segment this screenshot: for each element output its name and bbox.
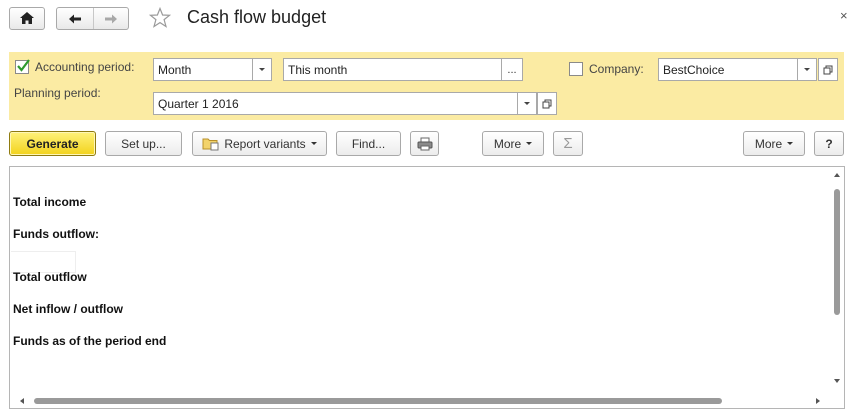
more-button-right[interactable]: More <box>743 131 805 156</box>
printer-icon <box>417 137 432 150</box>
chevron-down-icon <box>787 142 794 145</box>
help-icon: ? <box>825 136 833 151</box>
chevron-down-icon <box>526 142 533 145</box>
company-checkbox[interactable] <box>569 62 583 76</box>
help-button[interactable]: ? <box>814 131 844 156</box>
report-row-total-outflow: Total outflow <box>13 270 87 284</box>
generate-button[interactable]: Generate <box>9 131 96 156</box>
vertical-scroll-thumb[interactable] <box>834 189 840 315</box>
history-nav-group <box>56 7 129 30</box>
period-type-dropdown-button[interactable] <box>252 58 272 81</box>
home-button[interactable] <box>9 7 45 30</box>
scroll-up-icon[interactable] <box>834 173 840 177</box>
period-select-button[interactable]: ... <box>501 58 523 81</box>
setup-label: Set up... <box>121 136 166 151</box>
sum-icon: Σ <box>563 135 573 152</box>
report-row-funds-period-end: Funds as of the period end <box>13 334 167 348</box>
setup-button[interactable]: Set up... <box>105 131 182 156</box>
horizontal-scroll-thumb[interactable] <box>34 398 722 404</box>
window-title: Cash flow budget <box>187 7 327 27</box>
chevron-down-icon <box>310 142 317 145</box>
scroll-right-icon[interactable] <box>816 398 820 404</box>
more-right-label: More <box>754 136 783 151</box>
company-field[interactable]: BestChoice <box>658 58 800 81</box>
close-icon[interactable]: × <box>840 8 848 23</box>
company-open-button[interactable] <box>818 58 838 81</box>
sum-button[interactable]: Σ <box>553 131 583 156</box>
planning-period-open-button[interactable] <box>537 92 557 115</box>
planning-period-dropdown-button[interactable] <box>517 92 537 115</box>
company-dropdown-button[interactable] <box>797 58 817 81</box>
chevron-down-icon <box>259 68 265 71</box>
more-left-label: More <box>493 136 522 151</box>
chevron-down-icon <box>524 102 530 105</box>
report-row-funds-outflow: Funds outflow: <box>13 227 99 241</box>
print-button[interactable] <box>410 131 439 156</box>
folder-icon <box>202 138 219 150</box>
period-value-field[interactable]: This month <box>283 58 503 81</box>
report-variants-button[interactable]: Report variants <box>192 131 327 156</box>
report-variants-label: Report variants <box>224 136 306 151</box>
find-label: Find... <box>351 136 386 151</box>
report-area[interactable]: Total income Funds outflow: Total outflo… <box>9 166 845 409</box>
report-row-total-income: Total income <box>13 195 87 209</box>
arrow-right-icon <box>104 14 117 23</box>
back-button[interactable] <box>57 8 93 29</box>
forward-button[interactable] <box>92 8 129 29</box>
report-row-net-flow: Net inflow / outflow <box>13 302 123 316</box>
more-button-left[interactable]: More <box>482 131 544 156</box>
scroll-down-icon[interactable] <box>834 379 840 383</box>
horizontal-scrollbar[interactable] <box>10 394 844 408</box>
company-label: Company: <box>589 62 644 76</box>
vertical-scrollbar[interactable] <box>830 167 844 408</box>
period-type-field[interactable]: Month <box>153 58 254 81</box>
planning-period-label: Planning period: <box>14 86 101 100</box>
open-window-icon <box>542 99 552 108</box>
arrow-left-icon <box>68 14 81 23</box>
accounting-period-checkbox[interactable] <box>15 59 30 74</box>
chevron-down-icon <box>804 68 810 71</box>
generate-label: Generate <box>26 136 79 151</box>
home-icon <box>20 12 34 24</box>
favorite-star-icon[interactable] <box>148 6 172 30</box>
checkmark-icon <box>17 59 30 72</box>
find-button[interactable]: Find... <box>336 131 401 156</box>
scroll-left-icon[interactable] <box>20 398 24 404</box>
planning-period-field[interactable]: Quarter 1 2016 <box>153 92 519 115</box>
open-window-icon <box>823 65 833 74</box>
accounting-period-label: Accounting period: <box>35 60 135 74</box>
